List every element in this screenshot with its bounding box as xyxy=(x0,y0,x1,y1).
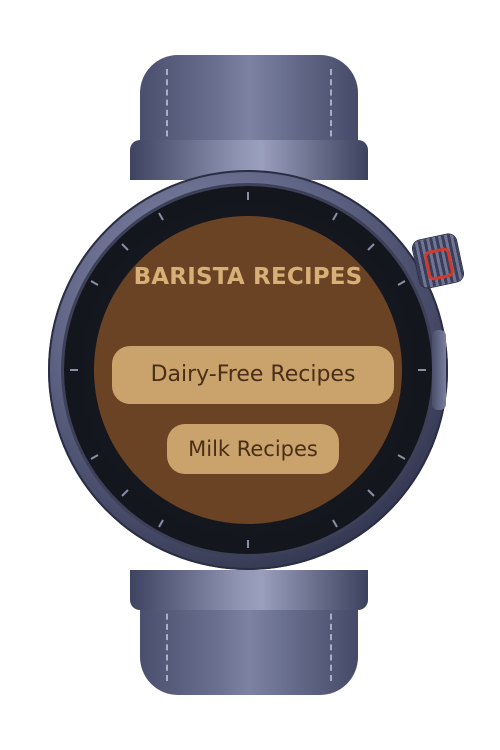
dairy-free-recipes-button[interactable]: Dairy-Free Recipes xyxy=(112,346,394,404)
watch-side-button[interactable] xyxy=(432,330,446,410)
milk-recipes-button[interactable]: Milk Recipes xyxy=(167,424,339,474)
app-title: BARISTA RECIPES xyxy=(133,264,363,290)
watch-lug-bottom xyxy=(130,570,368,610)
watch-device: BARISTA RECIPES Dairy-Free Recipes Milk … xyxy=(0,0,500,750)
watch-screen: BARISTA RECIPES Dairy-Free Recipes Milk … xyxy=(94,216,402,524)
